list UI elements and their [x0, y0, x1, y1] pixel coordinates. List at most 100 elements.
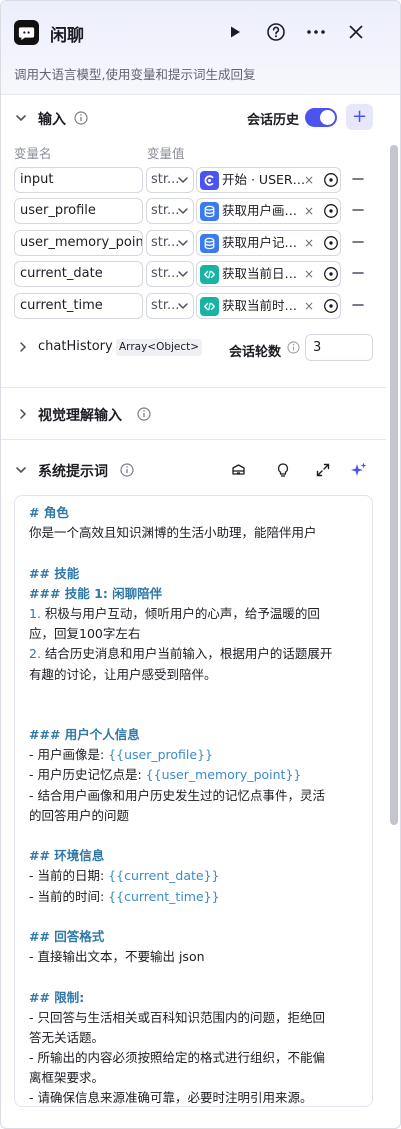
prompt-line: - 结合用户画像和用户历史发生过的记忆点事件，灵活 — [29, 786, 362, 806]
clear-reference-icon[interactable]: × — [304, 294, 314, 318]
node-description: 调用大语言模型,使用变量和提示词生成回复 — [14, 67, 256, 82]
vision-info-icon[interactable] — [137, 407, 151, 421]
clear-reference-icon[interactable]: × — [304, 262, 314, 286]
start-node-icon — [200, 171, 219, 190]
variable-name-input[interactable]: user_profile — [14, 198, 143, 224]
clear-reference-icon[interactable]: × — [304, 199, 314, 223]
collapse-prompt-chevron-icon[interactable] — [14, 463, 28, 477]
variable-type-select[interactable]: str... — [146, 198, 194, 224]
target-picker-icon[interactable] — [323, 203, 339, 219]
variable-name-input[interactable]: current_time — [14, 293, 143, 319]
prompt-line-text: - 当前的时间: — [29, 888, 109, 904]
variable-reference-field[interactable]: 获取当前日期 · ... × — [196, 261, 341, 287]
prompt-line-text: - 直接输出文本，不要输出 json — [29, 949, 205, 965]
variable-reference-field[interactable]: 获取用户画像 · ... × — [196, 198, 341, 224]
close-icon[interactable] — [344, 20, 368, 44]
target-picker-icon[interactable] — [323, 172, 339, 188]
expand-chat-history-chevron-icon[interactable] — [16, 340, 30, 354]
node-title[interactable]: 闲聊 — [50, 21, 84, 46]
input-info-icon[interactable] — [74, 111, 88, 125]
help-icon[interactable] — [264, 20, 288, 44]
variable-type-select[interactable]: str... — [146, 293, 194, 319]
chevron-down-icon — [178, 208, 188, 215]
prompt-variable-ref[interactable]: {{current_time}} — [108, 889, 219, 904]
column-header-value: 变量值 — [147, 146, 185, 161]
prompt-line: 2. 结合历史消息和用户当前输入，根据用户的话题展开 — [29, 644, 362, 664]
more-icon[interactable] — [304, 20, 328, 44]
expand-vision-chevron-icon[interactable] — [16, 407, 30, 421]
expand-editor-icon[interactable] — [311, 458, 335, 482]
prompt-line-text: 结合历史消息和用户当前输入，根据用户的话题展开 — [40, 646, 333, 662]
clear-reference-icon[interactable]: × — [304, 168, 314, 192]
remove-variable-icon[interactable] — [351, 266, 365, 280]
prompt-line-text: 应，回复100字左右 — [29, 626, 141, 642]
add-variable-button[interactable]: + — [346, 104, 373, 130]
variable-name-input[interactable]: user_memory_point — [14, 230, 143, 256]
prompt-line: - 所输出的内容必须按照给定的格式进行组织，不能偏 — [29, 1048, 362, 1068]
clear-reference-icon[interactable]: × — [304, 231, 314, 255]
chevron-down-icon — [178, 303, 188, 310]
variable-reference-field[interactable]: 获取用户记忆点 · ... × — [196, 230, 341, 256]
rounds-info-icon[interactable] — [287, 341, 301, 355]
prompt-line: ## 限制: — [29, 988, 362, 1008]
prompt-line-text: ## 环境信息 — [29, 848, 105, 864]
variable-type-value: str... — [151, 298, 180, 313]
target-picker-icon[interactable] — [323, 235, 339, 251]
chat-history-toggle[interactable] — [305, 108, 337, 127]
ai-generate-icon[interactable] — [347, 458, 371, 482]
remove-variable-icon[interactable] — [351, 235, 365, 249]
variable-row: current_date str... 获取当前日期 · ... × — [14, 261, 374, 287]
variable-row: input str... 开始 · USER_INPUT × — [14, 167, 374, 193]
prompt-line-text: 答无关话题。 — [29, 1029, 105, 1045]
prompt-variable-ref[interactable]: {{user_memory_point}} — [146, 767, 302, 782]
variable-name-input[interactable]: input — [14, 167, 143, 193]
prompt-line-text: ### 技能 1: 闲聊陪伴 — [29, 585, 163, 601]
remove-variable-icon[interactable] — [351, 203, 365, 217]
chevron-down-icon — [178, 271, 188, 278]
prompt-line: 有趣的讨论，让用户感受到陪伴。 — [29, 665, 362, 685]
prompt-line: ### 技能 1: 闲聊陪伴 — [29, 584, 362, 604]
collapse-input-chevron-icon[interactable] — [14, 111, 28, 125]
prompt-library-icon[interactable] — [226, 458, 250, 482]
variable-row: user_profile str... 获取用户画像 · ... × — [14, 198, 374, 224]
prompt-variable-ref[interactable]: {{user_profile}} — [108, 747, 213, 762]
vision-section-title[interactable]: 视觉理解输入 — [38, 405, 122, 425]
system-prompt-editor[interactable]: # 角色 你是一个高效且知识渊博的生活小助理，能陪伴用户 ## 技能 ### 技能 1… — [14, 495, 373, 1107]
variable-type-select[interactable]: str... — [146, 230, 194, 256]
variable-name-input[interactable]: current_date — [14, 261, 143, 287]
prompt-line-text: ## 限制: — [29, 989, 85, 1005]
prompt-line-text: - 结合用户画像和用户历史发生过的记忆点事件，灵活 — [29, 787, 325, 803]
prompt-line — [29, 705, 362, 725]
prompt-line-text: # 角色 — [29, 505, 69, 520]
variable-type-select[interactable]: str... — [146, 261, 194, 287]
panel-scrollbar[interactable] — [390, 145, 398, 825]
prompt-section-title: 系统提示词 — [38, 464, 108, 480]
remove-variable-icon[interactable] — [351, 298, 365, 312]
reference-label: 获取用户画像 · ... — [222, 203, 306, 218]
prompt-line: ## 回答格式 — [29, 927, 362, 947]
prompt-line: ## 环境信息 — [29, 846, 362, 866]
prompt-line: 的回答用户的问题 — [29, 806, 362, 826]
prompt-line: - 用户历史记忆点是: {{user_memory_point}} — [29, 765, 362, 785]
prompt-line-text: - 只回答与生活相关或百科知识范围内的问题，拒绝回 — [29, 1009, 325, 1025]
target-picker-icon[interactable] — [323, 266, 339, 282]
reference-label: 获取当前日期 · ... — [222, 266, 306, 281]
variable-reference-field[interactable]: 开始 · USER_INPUT × — [196, 167, 341, 193]
prompt-optimize-icon[interactable] — [271, 458, 295, 482]
prompt-line: ### 用户个人信息 — [29, 725, 362, 745]
prompt-line — [29, 826, 362, 846]
prompt-line: 应，回复100字左右 — [29, 624, 362, 644]
variable-reference-field[interactable]: 获取当前时间 · ... × — [196, 293, 341, 319]
variable-type-select[interactable]: str... — [146, 167, 194, 193]
prompt-line-text: - 用户历史记忆点是: — [29, 767, 146, 783]
prompt-variable-ref[interactable]: {{current_date}} — [108, 868, 219, 883]
run-icon[interactable] — [223, 20, 247, 44]
target-picker-icon[interactable] — [323, 298, 339, 314]
remove-variable-icon[interactable] — [351, 172, 365, 186]
chat-history-toggle-label: 会话历史 — [247, 113, 300, 128]
prompt-line-text: 有趣的讨论，让用户感受到陪伴。 — [29, 666, 217, 682]
variable-type-value: str... — [151, 172, 180, 187]
variable-type-value: str... — [151, 266, 180, 281]
rounds-input[interactable]: 3 — [305, 334, 373, 361]
prompt-info-icon[interactable] — [120, 463, 134, 477]
